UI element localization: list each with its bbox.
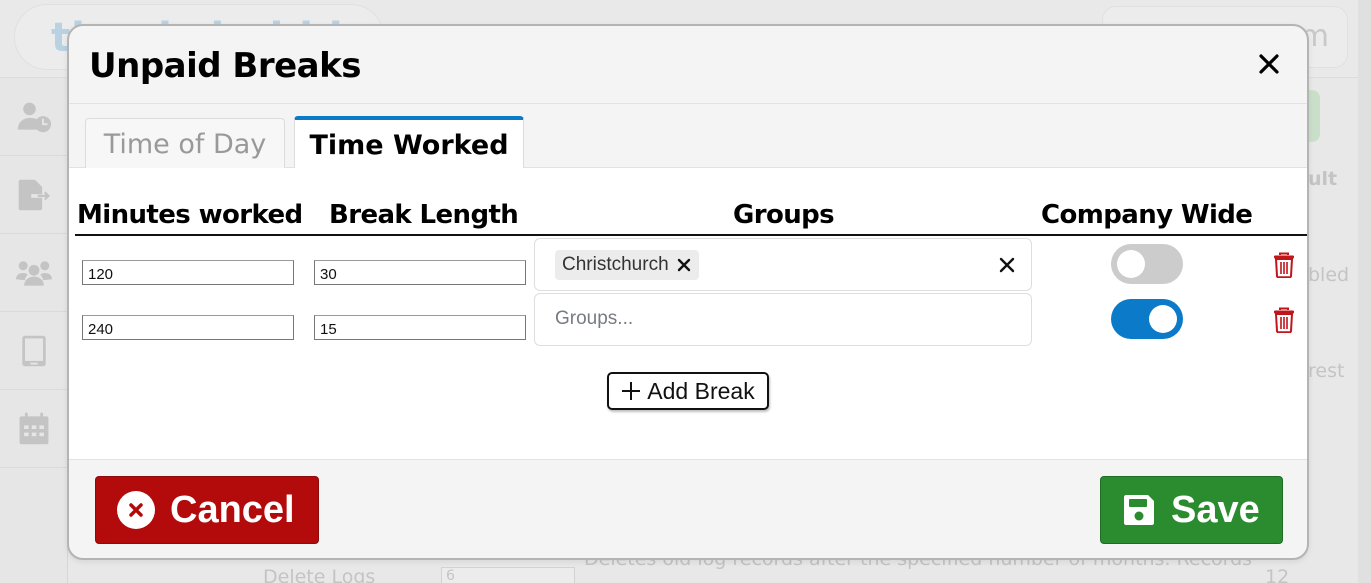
add-break-label: Add Break (647, 377, 755, 404)
background-scrollbar (1358, 0, 1371, 583)
plus-icon (622, 382, 641, 400)
table-header: Minutes worked Break Length Groups Compa… (75, 200, 1307, 236)
file-export-icon (18, 179, 50, 210)
groups-select[interactable]: Christchurch (534, 238, 1032, 291)
tablet-icon (21, 335, 46, 366)
background-right-column: ult bled rest (1308, 78, 1358, 583)
background-sidebar-item (0, 78, 67, 156)
column-header-break-length: Break Length (329, 200, 519, 230)
users-icon (15, 260, 52, 286)
background-sidebar (0, 78, 68, 583)
tab-time-of-day[interactable]: Time of Day (85, 118, 285, 169)
breaks-table: Minutes worked Break Length Groups Compa… (69, 168, 1307, 460)
close-button[interactable] (1257, 52, 1281, 76)
company-wide-toggle[interactable] (1111, 299, 1183, 339)
table-row: Christchurch (69, 238, 1307, 292)
calendar-icon (19, 412, 48, 444)
cancel-button[interactable]: Cancel (95, 476, 319, 544)
modal-title: Unpaid Breaks (89, 46, 361, 86)
background-green-button (1308, 90, 1320, 142)
background-sidebar-item (0, 390, 67, 468)
delete-break-trash-icon[interactable] (1273, 307, 1295, 333)
table-row: Groups... (69, 293, 1307, 347)
background-sidebar-item (0, 312, 67, 390)
background-delete-logs-input: 6 (441, 567, 575, 583)
background-row2-fragment: rest (1308, 360, 1345, 382)
modal-header: Unpaid Breaks (69, 26, 1307, 104)
background-delete-logs-label: Delete Logs (263, 566, 376, 583)
user-clock-icon (17, 102, 51, 132)
background-header-fragment: ult (1308, 168, 1338, 190)
column-header-minutes-worked: Minutes worked (77, 200, 303, 230)
clear-groups-icon[interactable] (999, 257, 1015, 273)
background-sidebar-item (0, 234, 67, 312)
group-chip-label: Christchurch (562, 254, 669, 275)
background-trailing-value: 12 (1265, 566, 1290, 583)
floppy-disk-icon (1124, 495, 1154, 525)
unpaid-breaks-modal: Unpaid Breaks Time of Day Time Worked Mi… (67, 24, 1309, 560)
column-header-company-wide: Company Wide (1041, 200, 1253, 230)
company-wide-toggle[interactable] (1111, 244, 1183, 284)
toggle-knob (1117, 250, 1145, 278)
save-button[interactable]: Save (1100, 476, 1283, 544)
add-break-button[interactable]: Add Break (607, 372, 769, 410)
group-chip: Christchurch (555, 250, 699, 280)
delete-break-trash-icon[interactable] (1273, 252, 1295, 278)
cancel-label: Cancel (170, 488, 295, 531)
minutes-worked-input[interactable] (82, 315, 294, 340)
background-row1-fragment: bled (1308, 264, 1350, 286)
groups-select[interactable]: Groups... (534, 293, 1032, 346)
modal-footer: Cancel Save (69, 460, 1307, 558)
column-header-groups: Groups (733, 200, 835, 230)
save-label: Save (1171, 488, 1260, 531)
tab-time-worked[interactable]: Time Worked (294, 116, 524, 170)
tab-bar: Time of Day Time Worked (69, 104, 1307, 170)
toggle-knob (1149, 305, 1177, 333)
close-icon (1259, 54, 1279, 74)
break-length-input[interactable] (314, 260, 526, 285)
background-sidebar-item (0, 156, 67, 234)
cancel-circle-x-icon (117, 491, 155, 529)
minutes-worked-input[interactable] (82, 260, 294, 285)
break-length-input[interactable] (314, 315, 526, 340)
groups-placeholder: Groups... (555, 308, 634, 329)
remove-group-icon[interactable] (677, 258, 691, 272)
